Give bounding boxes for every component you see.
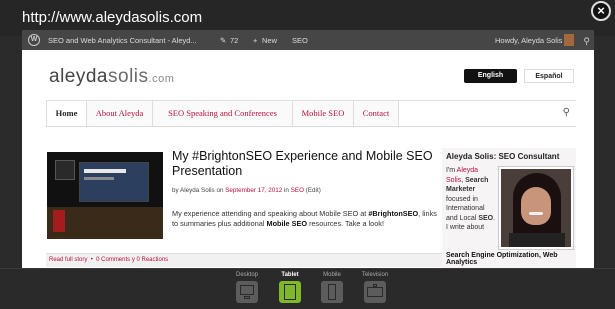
language-spanish-button[interactable]: Español xyxy=(524,69,574,83)
add-new-icon[interactable]: + xyxy=(253,36,257,45)
nav-item-speaking[interactable]: SEO Speaking and Conferences xyxy=(153,101,293,126)
device-television-label: Television xyxy=(361,272,389,278)
post-title[interactable]: My #BrightonSEO Experience and Mobile SE… xyxy=(172,149,442,179)
meta-in: in xyxy=(282,187,291,194)
bio-bold: SEO xyxy=(478,214,494,222)
nav-search-input[interactable]: ⚲ xyxy=(399,101,576,126)
projector-screen-image xyxy=(79,162,149,202)
close-icon[interactable]: × xyxy=(591,1,611,21)
television-icon xyxy=(364,281,386,303)
post-footer: Read full story • 0 Comments y 0 Reactio… xyxy=(46,253,442,267)
post-excerpt: My experience attending and speaking abo… xyxy=(172,209,442,229)
admin-site-name[interactable]: SEO and Web Analytics Consultant - Aleyd… xyxy=(48,36,197,45)
event-logo-image xyxy=(55,160,75,180)
device-switcher: Desktop Tablet Mobile Television xyxy=(0,268,615,309)
avatar[interactable] xyxy=(564,34,574,46)
meta-prefix: by Aleyda Solis on xyxy=(172,187,226,194)
mobile-icon xyxy=(321,281,343,303)
sidebar-bio: I'm Aleyda Solis, Search Marketer focuse… xyxy=(446,166,496,233)
logo-bold: solis xyxy=(108,66,149,87)
device-television-button[interactable]: Television xyxy=(350,272,400,308)
sidebar-bio-continued: Search Engine Optimization, Web Analytic… xyxy=(446,252,558,266)
admin-new-link[interactable]: New xyxy=(262,36,277,45)
language-english-button[interactable]: English xyxy=(464,69,517,83)
admin-seo-link[interactable]: SEO xyxy=(292,36,308,45)
preview-window: http://www.aleydasolis.com W SEO and Web… xyxy=(0,0,615,309)
bio-text: I'm xyxy=(446,167,457,174)
site-logo[interactable]: aleydasolis.com xyxy=(49,66,174,88)
meta-category[interactable]: SEO xyxy=(291,187,304,194)
meta-edit[interactable]: (Edit) xyxy=(304,187,321,194)
nav-item-home[interactable]: Home xyxy=(47,101,87,126)
search-icon[interactable]: ⚲ xyxy=(583,36,590,47)
comments-icon[interactable]: ✎ xyxy=(220,36,226,45)
comments-count[interactable]: 72 xyxy=(230,36,238,45)
preview-url: http://www.aleydasolis.com xyxy=(22,9,203,26)
search-icon[interactable]: ⚲ xyxy=(563,107,570,118)
logo-main: aleyda xyxy=(49,66,108,87)
profile-photo xyxy=(498,166,574,250)
sidebar-widget: Aleyda Solis: SEO Consultant I'm Aleyda … xyxy=(442,148,576,270)
meta-date[interactable]: September 17, 2012 xyxy=(225,187,282,194)
excerpt-bold: #BrightonSEO xyxy=(368,209,419,218)
nav-item-contact[interactable]: Contact xyxy=(354,101,399,126)
sidebar-title: Aleyda Solis: SEO Consultant xyxy=(446,152,560,161)
admin-bar: W SEO and Web Analytics Consultant - Ale… xyxy=(22,30,594,50)
excerpt-text: My experience attending and speaking abo… xyxy=(172,209,369,218)
banner-image xyxy=(53,210,65,232)
read-more-link[interactable]: Read full story xyxy=(49,257,87,263)
wordpress-logo-icon[interactable]: W xyxy=(28,34,40,46)
admin-greeting[interactable]: Howdy, Aleyda Solis xyxy=(495,36,562,45)
comments-link[interactable]: 0 Comments y 0 Reactions xyxy=(96,257,168,263)
excerpt-bold: Mobile SEO xyxy=(266,219,308,228)
excerpt-text: resources. Take a look! xyxy=(307,219,384,228)
main-nav: Home About Aleyda SEO Speaking and Confe… xyxy=(46,100,576,127)
post-thumbnail[interactable] xyxy=(47,152,163,239)
post-meta: by Aleyda Solis on September 17, 2012 in… xyxy=(172,187,321,194)
desktop-icon xyxy=(236,281,258,303)
logo-tld: .com xyxy=(148,73,175,85)
nav-item-about[interactable]: About Aleyda xyxy=(87,101,153,126)
tablet-icon xyxy=(279,281,301,303)
site-frame: W SEO and Web Analytics Consultant - Ale… xyxy=(22,30,594,270)
nav-item-mobile-seo[interactable]: Mobile SEO xyxy=(293,101,354,126)
